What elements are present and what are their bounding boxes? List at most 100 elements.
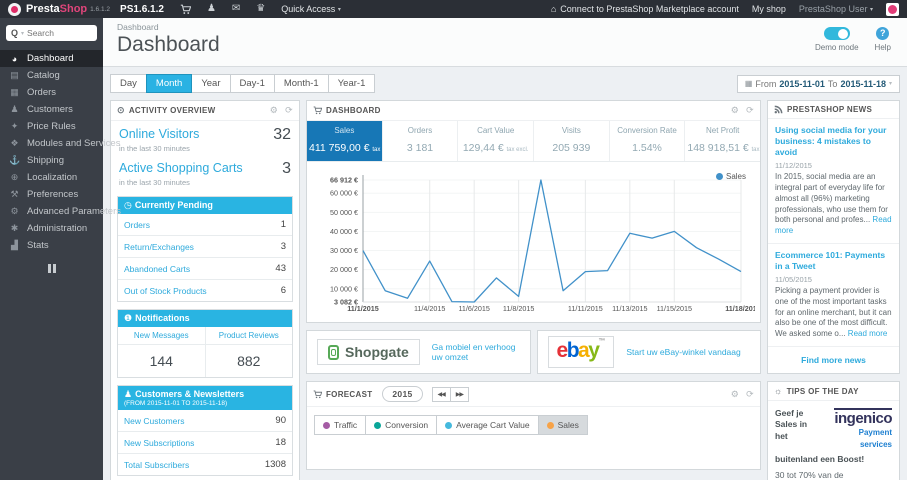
page-header: Dashboard Dashboard Demo mode ? Help: [103, 18, 907, 67]
toggle-sales[interactable]: Sales: [537, 415, 588, 435]
kpi-orders[interactable]: Orders 3 181: [381, 121, 458, 161]
sidebar-search[interactable]: Q ▾: [6, 25, 97, 41]
sidebar-item-shipping[interactable]: ⚓ Shipping: [0, 152, 103, 169]
sidebar-item-administration[interactable]: ✱ Administration: [0, 220, 103, 237]
news-article-title[interactable]: Using social media for your business: 4 …: [775, 125, 892, 158]
brand-name: PrestaShop: [26, 3, 88, 15]
shopgate-link[interactable]: Ga mobiel en verhoog uw omzet: [432, 342, 520, 362]
news-article-title[interactable]: Ecommerce 101: Payments in a Tweet: [775, 250, 892, 272]
svg-text:11/6/2015: 11/6/2015: [458, 304, 489, 313]
range-day-button[interactable]: Day: [110, 74, 147, 93]
refresh-icon[interactable]: ⟳: [285, 105, 293, 116]
range-day-1-button[interactable]: Day-1: [229, 74, 275, 93]
active-carts-row: Active Shopping Carts 3: [111, 155, 299, 178]
date-range-picker[interactable]: ▦ From 2015-11-01 To 2015-11-18 ▾: [736, 74, 900, 93]
gear-icon[interactable]: ⚙: [731, 389, 739, 400]
customer-icon: ♟: [124, 389, 133, 399]
range-button-group: Day Month Year Day-1 Month-1 Year-1: [110, 74, 376, 93]
kpi-visits[interactable]: Visits 205 939: [533, 121, 609, 161]
help-label: Help: [874, 43, 891, 52]
kpi-sales[interactable]: Sales411 759,00 € tax excl.: [307, 121, 382, 161]
messages-icon[interactable]: ✉: [232, 4, 240, 14]
svg-text:60 000 €: 60 000 €: [330, 189, 358, 198]
search-input[interactable]: [27, 28, 82, 38]
sidebar-item-catalog[interactable]: ▤ Catalog: [0, 67, 103, 84]
sidebar-item-customers[interactable]: ♟ Customers: [0, 101, 103, 118]
svg-text:11/4/2015: 11/4/2015: [414, 304, 445, 313]
help-icon[interactable]: ?: [876, 27, 890, 40]
product-reviews-cell: Product Reviews 882: [204, 327, 292, 377]
gear-icon[interactable]: ⚙: [270, 105, 278, 116]
kpi-conversion-rate[interactable]: Conversion Rate 1.54%: [608, 121, 685, 161]
active-carts-link[interactable]: Active Shopping Carts: [119, 161, 243, 175]
calendar-icon: ▦: [744, 79, 753, 88]
forecast-prev-button[interactable]: ◀◀: [431, 386, 451, 402]
my-shop-link[interactable]: My shop: [752, 4, 786, 14]
stats-icon: ▟: [11, 240, 18, 250]
refresh-icon[interactable]: ⟳: [746, 105, 754, 116]
employees-icon[interactable]: ♟: [207, 4, 216, 14]
toggle-average-cart-value[interactable]: Average Cart Value: [436, 415, 539, 435]
badges-icon[interactable]: ♛: [256, 4, 265, 14]
range-year-button[interactable]: Year: [191, 74, 231, 93]
cart-icon[interactable]: [180, 4, 191, 15]
sidebar-nav: ◕ Dashboard ▤ Catalog ▦ Orders ♟ Customers ✦…: [0, 50, 121, 254]
svg-text:10 000 €: 10 000 €: [330, 284, 358, 293]
kpi-cart-value[interactable]: Cart Value 129,44 € tax excl.: [457, 121, 533, 161]
gear-icon[interactable]: ⚙: [731, 105, 739, 116]
ebay-link[interactable]: Start uw eBay-winkel vandaag: [626, 347, 740, 357]
chart-legend[interactable]: Sales: [715, 172, 746, 181]
shopgate-logo: Shopgate: [317, 339, 420, 365]
demo-mode-label: Demo mode: [814, 43, 859, 52]
sidebar-item-preferences[interactable]: ⚒ Preferences: [0, 186, 103, 203]
rss-icon: [774, 105, 783, 114]
sidebar-item-price-rules[interactable]: ✦ Price Rules: [0, 118, 103, 135]
prestashop-logo-icon: [8, 2, 21, 16]
demo-mode-toggle[interactable]: [823, 27, 850, 40]
quick-access-menu[interactable]: Quick Access ▾: [281, 4, 341, 14]
dashboard-panel: DASHBOARD ⚙ ⟳ Sales411 759,00 € tax excl…: [306, 100, 761, 323]
read-more-link[interactable]: Read more: [848, 329, 888, 338]
lightbulb-icon: ☼: [774, 386, 783, 396]
search-type-selector[interactable]: Q: [11, 28, 18, 38]
user-avatar[interactable]: [886, 2, 899, 16]
sidebar-item-localization[interactable]: ⊕ Localization: [0, 169, 103, 186]
news-article: Ecommerce 101: Payments in a Tweet 11/05…: [768, 244, 899, 347]
average-cart-value-dot-icon: [445, 421, 453, 429]
collapse-menu-icon[interactable]: [0, 264, 103, 273]
pending-orders-row: Orders 1: [118, 214, 292, 235]
range-month-1-button[interactable]: Month-1: [273, 74, 329, 93]
refresh-icon[interactable]: ⟳: [746, 389, 754, 400]
svg-text:40 000 €: 40 000 €: [330, 227, 358, 236]
kpi-net-profit[interactable]: Net Profit148 918,51 € tax excl.: [684, 121, 760, 161]
user-menu[interactable]: PrestaShop User ▾: [799, 4, 873, 14]
sidebar-item-advanced-parameters[interactable]: ⚙ Advanced Parameters: [0, 203, 121, 220]
forecast-year-selector[interactable]: 2015: [382, 386, 423, 402]
topbar: PrestaShop 1.6.1.2 PS1.6.1.2 ♟ ✉ ♛ Quick…: [0, 0, 907, 18]
marketplace-link[interactable]: ⌂ Connect to PrestaShop Marketplace accou…: [551, 4, 739, 14]
online-visitors-link[interactable]: Online Visitors: [119, 127, 199, 141]
online-visitors-value: 32: [273, 126, 291, 143]
toggle-traffic[interactable]: Traffic: [314, 415, 367, 435]
out-of-stock-row: Out of Stock Products 6: [118, 279, 292, 301]
svg-text:11/15/2015: 11/15/2015: [657, 304, 692, 313]
customers-icon: ♟: [10, 104, 19, 114]
range-month-button[interactable]: Month: [145, 74, 193, 93]
sidebar-item-dashboard[interactable]: ◕ Dashboard: [0, 50, 103, 67]
sidebar-item-modules[interactable]: ❖ Modules and Services: [0, 135, 120, 152]
shop-version: PS1.6.1.2: [120, 3, 164, 15]
forecast-next-button[interactable]: ▶▶: [449, 386, 469, 402]
chevron-down-icon: ▾: [337, 7, 341, 14]
chevron-down-icon: ▾: [869, 7, 873, 14]
sidebar-item-orders[interactable]: ▦ Orders: [0, 84, 103, 101]
sales-chart-area: 3 082 €10 000 €20 000 €30 000 €40 000 €5…: [307, 162, 760, 322]
toggle-conversion[interactable]: Conversion: [365, 415, 438, 435]
customers-newsletters-box: ♟ Customers & Newsletters (FROM 2015-11-01…: [117, 385, 293, 476]
dashboard-panel-title: DASHBOARD: [326, 106, 381, 115]
range-year-1-button[interactable]: Year-1: [327, 74, 376, 93]
find-more-news-link[interactable]: Find more news: [768, 347, 899, 373]
sidebar-item-stats[interactable]: ▟ Stats: [0, 237, 103, 254]
cart-icon: [313, 390, 322, 399]
demo-mode-control: Demo mode: [815, 27, 859, 52]
page-title: Dashboard: [117, 33, 220, 56]
